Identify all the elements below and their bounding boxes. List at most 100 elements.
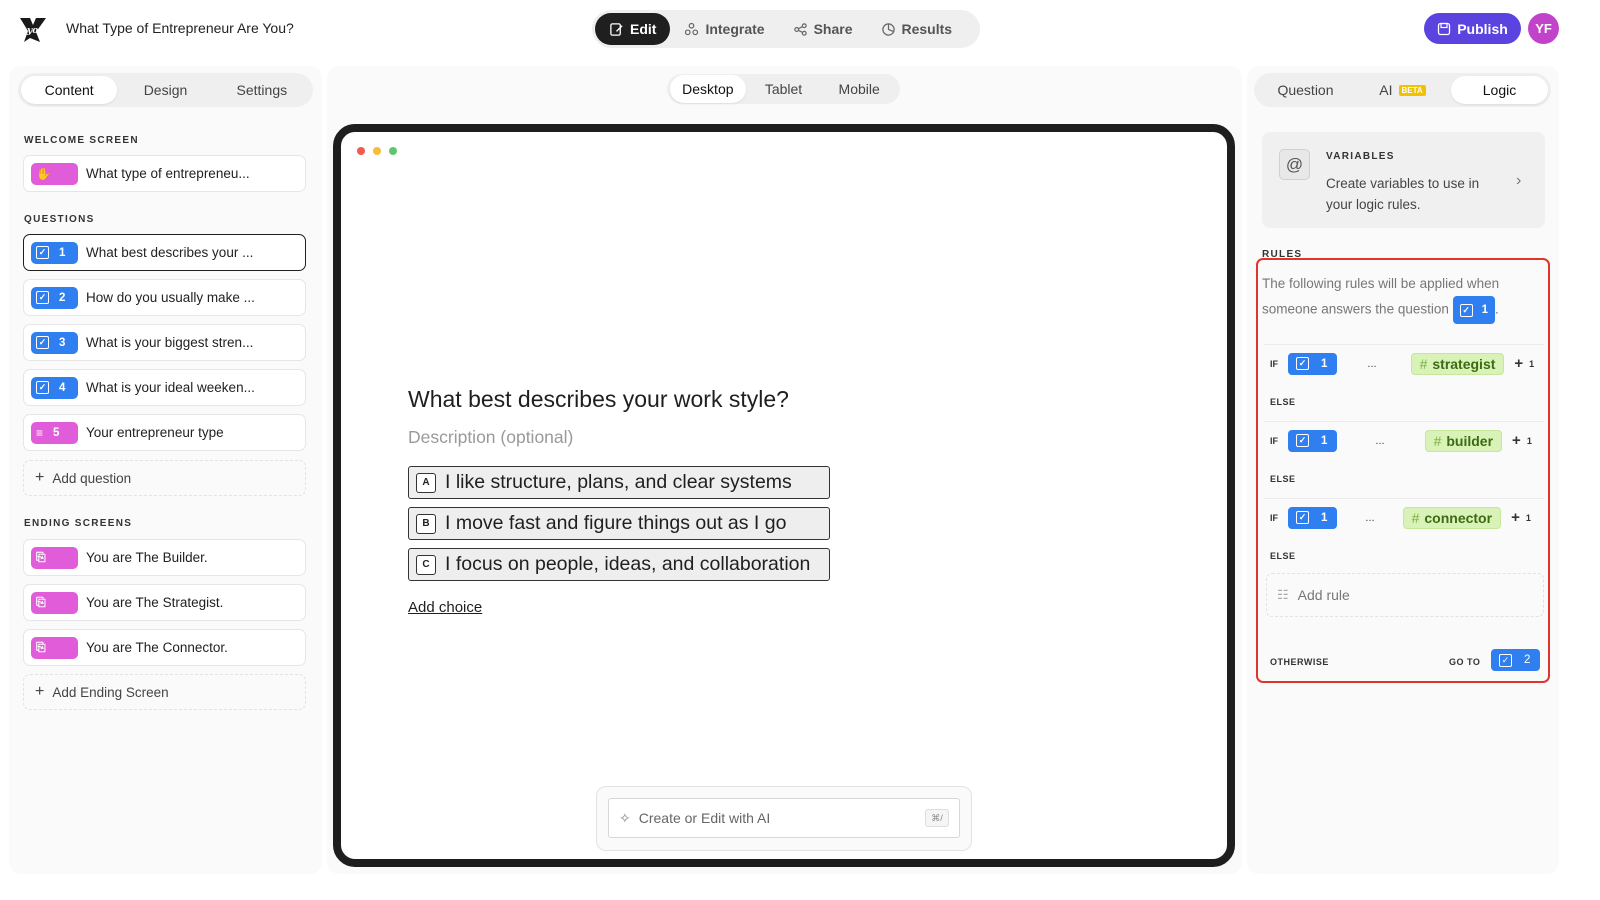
tab-logic[interactable]: Logic <box>1451 76 1548 104</box>
tab-design[interactable]: Design <box>117 76 213 104</box>
tab-content[interactable]: Content <box>21 76 118 104</box>
left-panel-tabs: Content Design Settings <box>18 73 313 107</box>
question-number: 2 <box>59 291 66 304</box>
rule-question-ref[interactable]: ✓ 1 <box>1288 506 1338 529</box>
logo-icon[interactable]: you <box>16 12 50 46</box>
increment: +1 <box>1511 509 1531 526</box>
plus-icon: + <box>1512 432 1521 449</box>
question-item-1[interactable]: ✓ 1 What best describes your ... <box>23 234 306 271</box>
question-badge: ✓ 3 <box>31 331 78 354</box>
question-description[interactable]: Description (optional) <box>408 427 573 448</box>
tab-share-label: Share <box>813 21 853 37</box>
rule-row[interactable]: IF ✓ 1 ... # strategist +1 <box>1264 344 1544 382</box>
top-nav-tabs: Edit Integrate Share Results <box>592 10 980 48</box>
ending-item-2[interactable]: ⎘ You are The Strategist. <box>23 584 306 621</box>
question-badge: ✓ 2 <box>31 286 78 309</box>
if-label: IF <box>1270 435 1278 446</box>
increment: +1 <box>1514 355 1534 372</box>
goto-question-select[interactable]: ✓ 2 <box>1489 649 1541 671</box>
question-label: What is your ideal weeken... <box>86 380 255 395</box>
ending-badge: ⎘ <box>31 546 78 569</box>
integrate-icon <box>685 22 699 35</box>
checkbox-icon: ✓ <box>1296 357 1309 370</box>
add-choice-link[interactable]: Add choice <box>408 599 482 616</box>
choice-label: I move fast and figure things out as I g… <box>445 512 787 534</box>
device-tab-tablet[interactable]: Tablet <box>746 75 822 103</box>
question-label: What best describes your ... <box>86 245 254 260</box>
increment-value: 1 <box>1529 358 1535 369</box>
checkbox-icon: ✓ <box>36 246 49 259</box>
add-rule-button[interactable]: ☷ Add rule <box>1266 573 1544 617</box>
plus-icon: + <box>35 469 45 486</box>
hash-icon: # <box>1419 355 1428 372</box>
rules-intro-question-ref: ✓ 1 <box>1452 296 1496 324</box>
welcome-screen-item[interactable]: ✋ What type of entrepreneu... <box>23 155 306 192</box>
tab-results[interactable]: Results <box>867 13 967 45</box>
else-label: ELSE <box>1270 551 1296 561</box>
goto-question-number: 2 <box>1524 654 1531 666</box>
variable-tag-label: connector <box>1424 509 1493 526</box>
welcome-item-label: What type of entrepreneu... <box>86 166 250 181</box>
ending-item-1[interactable]: ⎘ You are The Builder. <box>23 539 306 576</box>
tab-results-label: Results <box>901 21 953 37</box>
choice-label: I focus on people, ideas, and collaborat… <box>445 553 811 575</box>
rule-row[interactable]: IF ✓ 1 ... # builder +1 <box>1264 421 1544 459</box>
question-item-5[interactable]: ≡ 5 Your entrepreneur type <box>23 414 306 451</box>
device-tab-desktop[interactable]: Desktop <box>670 75 746 103</box>
publish-label: Publish <box>1457 20 1508 37</box>
device-tabs: Desktop Tablet Mobile <box>667 74 900 104</box>
publish-button[interactable]: Publish <box>1424 13 1521 44</box>
beta-badge: BETA <box>1398 84 1426 96</box>
tab-ai-label: AI <box>1379 82 1393 98</box>
choice-b[interactable]: B I move fast and figure things out as I… <box>408 507 830 540</box>
rule-question-ref[interactable]: ✓ 1 <box>1288 429 1338 452</box>
question-title[interactable]: What best describes your work style? <box>408 386 789 413</box>
question-number: 4 <box>59 381 66 394</box>
rule-question-number: 1 <box>1321 434 1328 447</box>
at-sign-icon: @ <box>1279 149 1310 180</box>
tab-settings[interactable]: Settings <box>214 76 310 104</box>
document-title[interactable]: What Type of Entrepreneur Are You? <box>66 20 294 36</box>
question-ref-number: 1 <box>1481 304 1489 316</box>
plus-icon: + <box>1514 355 1524 372</box>
shortcut-hint: ⌘/ <box>925 809 949 827</box>
add-ending-button[interactable]: + Add Ending Screen <box>23 674 306 710</box>
exit-door-icon: ⎘ <box>36 595 46 609</box>
sparkle-icon: ✧ <box>619 809 631 826</box>
tab-question[interactable]: Question <box>1257 76 1354 104</box>
question-badge: ✓ 4 <box>31 376 78 399</box>
checkbox-icon: ✓ <box>36 381 49 394</box>
checkbox-icon: ✓ <box>1296 434 1309 447</box>
avatar[interactable]: YF <box>1528 13 1559 44</box>
question-item-2[interactable]: ✓ 2 How do you usually make ... <box>23 279 306 316</box>
device-tab-mobile[interactable]: Mobile <box>821 75 897 103</box>
else-label: ELSE <box>1270 474 1296 484</box>
statement-lines-icon: ≡ <box>36 425 44 440</box>
choice-a[interactable]: A I like structure, plans, and clear sys… <box>408 466 830 499</box>
plus-icon: + <box>35 683 45 700</box>
ending-item-3[interactable]: ⎘ You are The Connector. <box>23 629 306 666</box>
question-item-4[interactable]: ✓ 4 What is your ideal weeken... <box>23 369 306 406</box>
publish-icon <box>1438 22 1451 35</box>
question-item-3[interactable]: ✓ 3 What is your biggest stren... <box>23 324 306 361</box>
welcome-badge: ✋ <box>31 162 78 185</box>
tab-share[interactable]: Share <box>779 13 867 45</box>
tab-edit[interactable]: Edit <box>595 13 671 45</box>
filter-sliders-icon: ☷ <box>1277 587 1289 602</box>
choice-key: B <box>416 513 436 534</box>
variable-tag[interactable]: # builder <box>1424 429 1503 452</box>
rule-question-ref[interactable]: ✓ 1 <box>1288 352 1338 375</box>
variables-description: Create variables to use in your logic ru… <box>1326 176 1480 212</box>
add-question-button[interactable]: + Add question <box>23 460 306 496</box>
ai-prompt-input[interactable]: ✧ Create or Edit with AI ⌘/ <box>608 798 960 838</box>
ellipsis-icon: ... <box>1375 434 1385 447</box>
question-number: 3 <box>59 336 66 349</box>
tab-integrate[interactable]: Integrate <box>670 13 778 45</box>
tab-ai[interactable]: AI BETA <box>1354 76 1451 104</box>
rule-row[interactable]: IF ✓ 1 ... # connector +1 <box>1264 498 1544 536</box>
results-icon <box>881 22 895 36</box>
variable-tag[interactable]: # strategist <box>1410 352 1505 375</box>
choice-label: I like structure, plans, and clear syste… <box>445 471 792 493</box>
choice-c[interactable]: C I focus on people, ideas, and collabor… <box>408 548 830 581</box>
variable-tag[interactable]: # connector <box>1402 506 1502 529</box>
